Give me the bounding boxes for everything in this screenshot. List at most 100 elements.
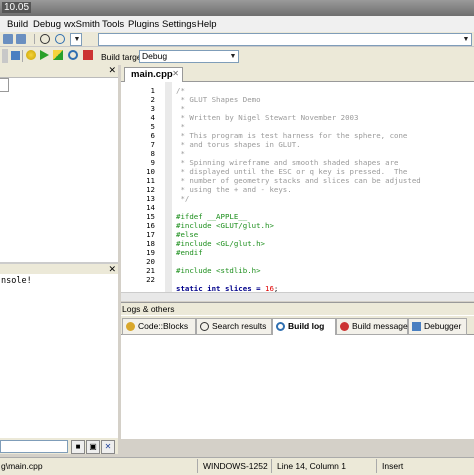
code-line: * (176, 122, 185, 131)
code-line: * (176, 149, 185, 158)
menu-help[interactable]: Help (197, 19, 217, 30)
build-select-icon[interactable] (11, 51, 20, 60)
code-line: /* (176, 86, 185, 95)
menu-plugins[interactable]: Plugins (128, 19, 159, 30)
back-icon[interactable] (3, 34, 13, 44)
search-icon (200, 322, 209, 331)
code-line: * number of geometry stacks and slices c… (176, 176, 421, 185)
build-target-select[interactable]: Debug ▼ (139, 50, 239, 63)
logs-title: Logs & others (122, 304, 175, 314)
code-line: */ (176, 194, 190, 203)
output-panel: ✕ nsole! (0, 262, 119, 440)
line-number: 8 (150, 149, 155, 158)
code-line: * using the + and - keys. (176, 185, 292, 194)
line-number: 5 (150, 122, 155, 131)
horizontal-scrollbar[interactable] (121, 292, 474, 301)
code-line: * GLUT Shapes Demo (176, 95, 261, 104)
menu-bar: Build Debug wxSmith Tools Plugins Settin… (0, 16, 474, 33)
abort-icon[interactable] (83, 50, 93, 60)
line-number: 21 (146, 266, 155, 275)
clear-icon[interactable]: ✕ (101, 440, 115, 454)
menu-settings[interactable]: Settings (162, 19, 196, 30)
close-icon[interactable]: ✕ (108, 65, 116, 76)
panel-tab-stub[interactable] (0, 78, 9, 92)
tab-label: Build log (288, 321, 325, 331)
tab-label: Code::Blocks (138, 321, 189, 331)
build-messages-icon (340, 322, 349, 331)
tab-label: Debugger (424, 321, 462, 331)
tab-search-results[interactable]: Search results (196, 318, 272, 335)
menu-wxsmith[interactable]: wxSmith (64, 19, 100, 30)
find-replace-icon[interactable] (55, 34, 65, 44)
copy-icon[interactable]: ▣ (86, 440, 100, 454)
output-text: nsole! (1, 276, 32, 286)
line-number: 19 (146, 248, 155, 257)
build-run-icon[interactable] (53, 50, 63, 60)
status-file: g\main.cpp (1, 461, 43, 471)
line-number: 3 (150, 104, 155, 113)
toolbar-search: ▼ ▼ (0, 32, 474, 47)
line-number: 4 (150, 113, 155, 122)
management-panel-header: ✕ (0, 65, 118, 78)
line-number: 17 (146, 230, 155, 239)
line-number: 20 (146, 257, 155, 266)
code-line: #ifdef __APPLE__ (176, 212, 248, 221)
code-line: * This program is test harness for the s… (176, 131, 408, 140)
tab-codeblocks[interactable]: Code::Blocks (122, 318, 196, 335)
line-number: 1 (150, 86, 155, 95)
close-icon[interactable]: ✕ (108, 264, 116, 275)
search-icon[interactable] (40, 34, 50, 44)
code-line: * (176, 104, 185, 113)
output-input[interactable] (0, 440, 68, 453)
forward-icon[interactable] (16, 34, 26, 44)
line-number: 10 (146, 167, 155, 176)
debugger-icon (412, 322, 421, 331)
build-gear-icon[interactable] (26, 50, 36, 60)
menu-debug[interactable]: Debug (33, 19, 61, 30)
window-title: 10.05 (2, 2, 32, 13)
code-line: * displayed until the ESC or q key is pr… (176, 167, 408, 176)
output-panel-header: ✕ (0, 264, 118, 274)
menu-tools[interactable]: Tools (102, 19, 124, 30)
code-editor: main.cpp ✕ 1 2 3 4 5 6 7 8 9 10 11 12 13 14 15 16 17 18 19… (121, 65, 474, 301)
status-divider (376, 459, 377, 473)
output-input-bar: ■ ▣ ✕ (0, 438, 118, 454)
logs-panel: Logs & others Code::Blocks Search result… (121, 302, 474, 439)
fold-margin[interactable] (165, 82, 172, 292)
line-number: 18 (146, 239, 155, 248)
line-number: 7 (150, 140, 155, 149)
logs-tab-bar: Code::Blocks Search results Build log Bu… (121, 316, 474, 335)
code-text[interactable]: /* * GLUT Shapes Demo * * Written by Nig… (176, 82, 474, 293)
line-number: 6 (150, 131, 155, 140)
tab-debugger[interactable]: Debugger (408, 318, 467, 335)
menu-build[interactable]: Build (7, 19, 28, 30)
tab-build-messages[interactable]: Build messages (336, 318, 412, 335)
editor-tab-bar: main.cpp ✕ (121, 65, 474, 82)
toolbar-divider (34, 34, 35, 44)
status-position: Line 14, Column 1 (277, 461, 346, 471)
close-icon[interactable]: ✕ (172, 69, 179, 78)
tab-build-log[interactable]: Build log (272, 318, 336, 335)
save-icon[interactable]: ■ (71, 440, 85, 454)
status-encoding: WINDOWS-1252 (203, 461, 268, 471)
code-line: #include <GLUT/glut.h> (176, 221, 274, 230)
code-line: #endif (176, 248, 203, 257)
toolbar-divider (22, 50, 23, 62)
toolbar-grip (2, 49, 8, 63)
search-input[interactable]: ▼ (98, 33, 472, 46)
build-target-value: Debug (142, 51, 168, 61)
search-scope-combo[interactable]: ▼ (70, 33, 82, 46)
line-number: 15 (146, 212, 155, 221)
title-bar: 10.05 (0, 0, 474, 16)
tab-label: Build messages (352, 321, 413, 331)
code-line: * Written by Nigel Stewart November 2003 (176, 113, 359, 122)
rebuild-icon[interactable] (68, 50, 78, 60)
line-number: 13 (146, 194, 155, 203)
run-icon[interactable] (40, 50, 49, 60)
tab-main-cpp[interactable]: main.cpp ✕ (124, 67, 183, 82)
line-number: 22 (146, 275, 155, 284)
line-number: 2 (150, 95, 155, 104)
build-log-icon (276, 322, 285, 331)
line-number: 12 (146, 185, 155, 194)
code-line: * Spinning wireframe and smooth shaded s… (176, 158, 399, 167)
